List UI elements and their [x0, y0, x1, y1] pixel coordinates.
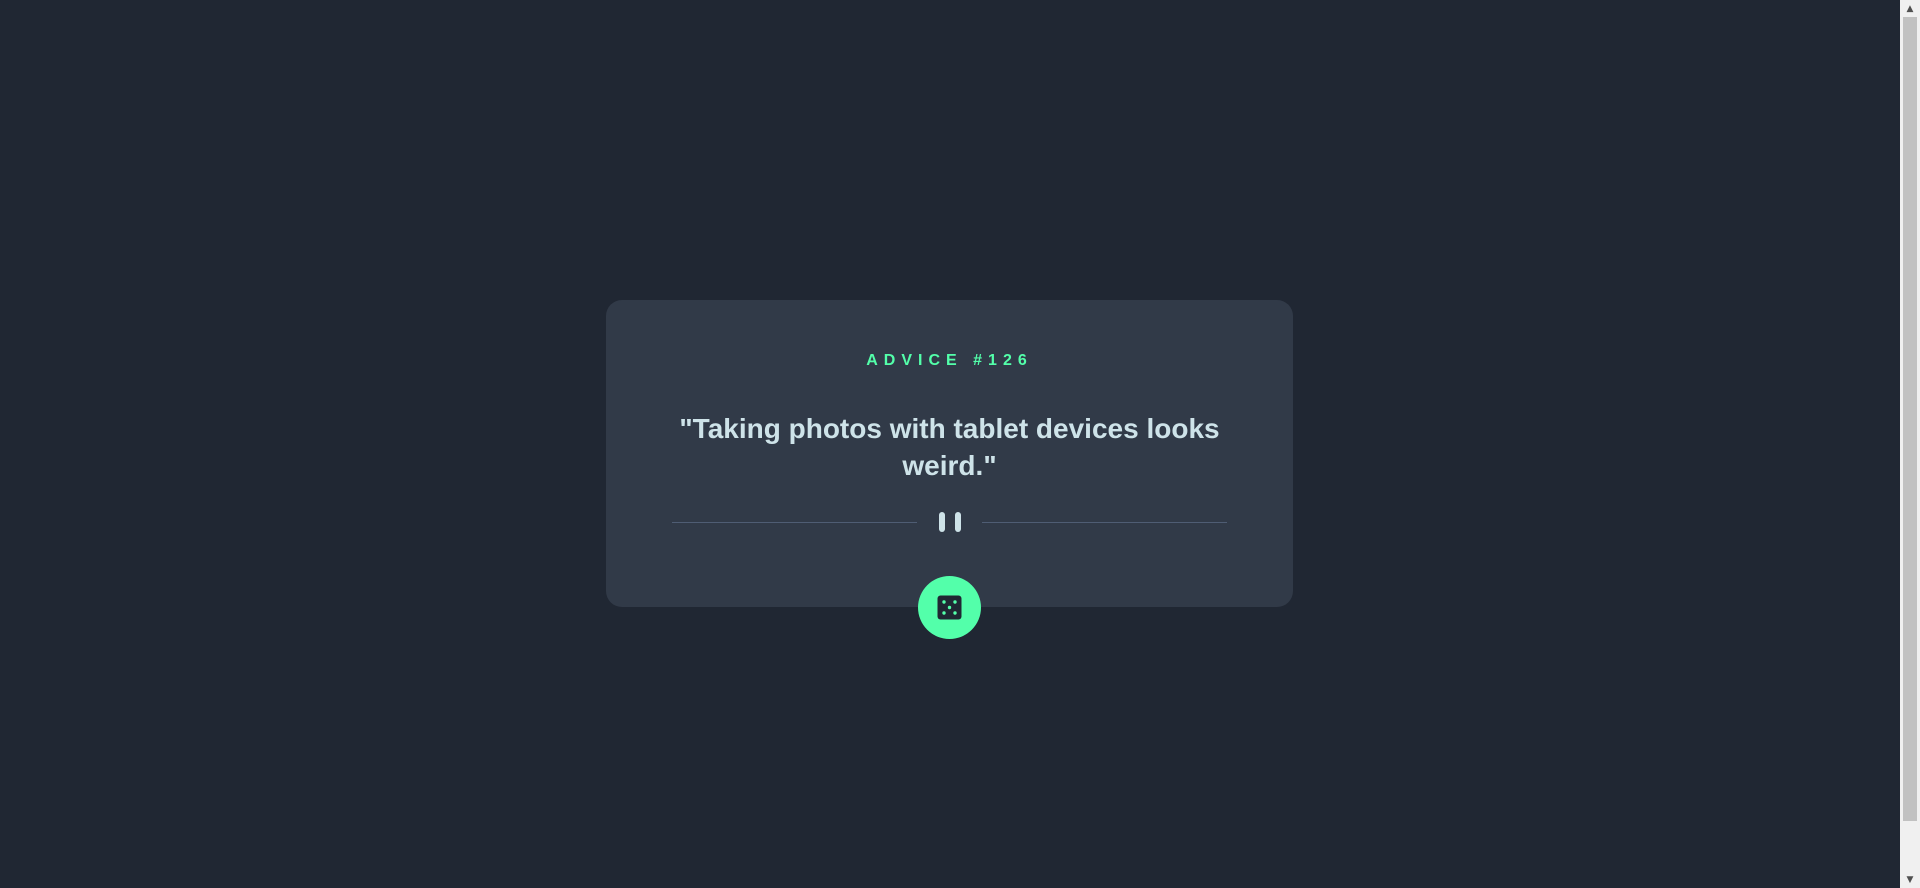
- pause-bar-left: [939, 512, 945, 532]
- new-advice-button[interactable]: [918, 576, 981, 639]
- divider-line-left: [672, 522, 917, 523]
- advice-quote: "Taking photos with tablet devices looks…: [679, 413, 1220, 481]
- pattern-divider: [672, 510, 1227, 534]
- advice-card: ADVICE #126 "Taking photos with tablet d…: [606, 300, 1293, 607]
- vertical-scrollbar[interactable]: ▲ ▼: [1900, 0, 1920, 888]
- dice-icon: [937, 595, 962, 620]
- scroll-up-arrow-icon[interactable]: ▲: [1900, 0, 1920, 17]
- scroll-down-arrow-icon[interactable]: ▼: [1900, 871, 1920, 888]
- advice-id-label: ADVICE #126: [866, 352, 1033, 369]
- pause-bar-right: [955, 512, 961, 532]
- pause-icon: [937, 512, 963, 532]
- scrollbar-thumb[interactable]: [1903, 17, 1917, 821]
- page-background: ADVICE #126 "Taking photos with tablet d…: [0, 0, 1900, 888]
- divider-line-right: [982, 522, 1227, 523]
